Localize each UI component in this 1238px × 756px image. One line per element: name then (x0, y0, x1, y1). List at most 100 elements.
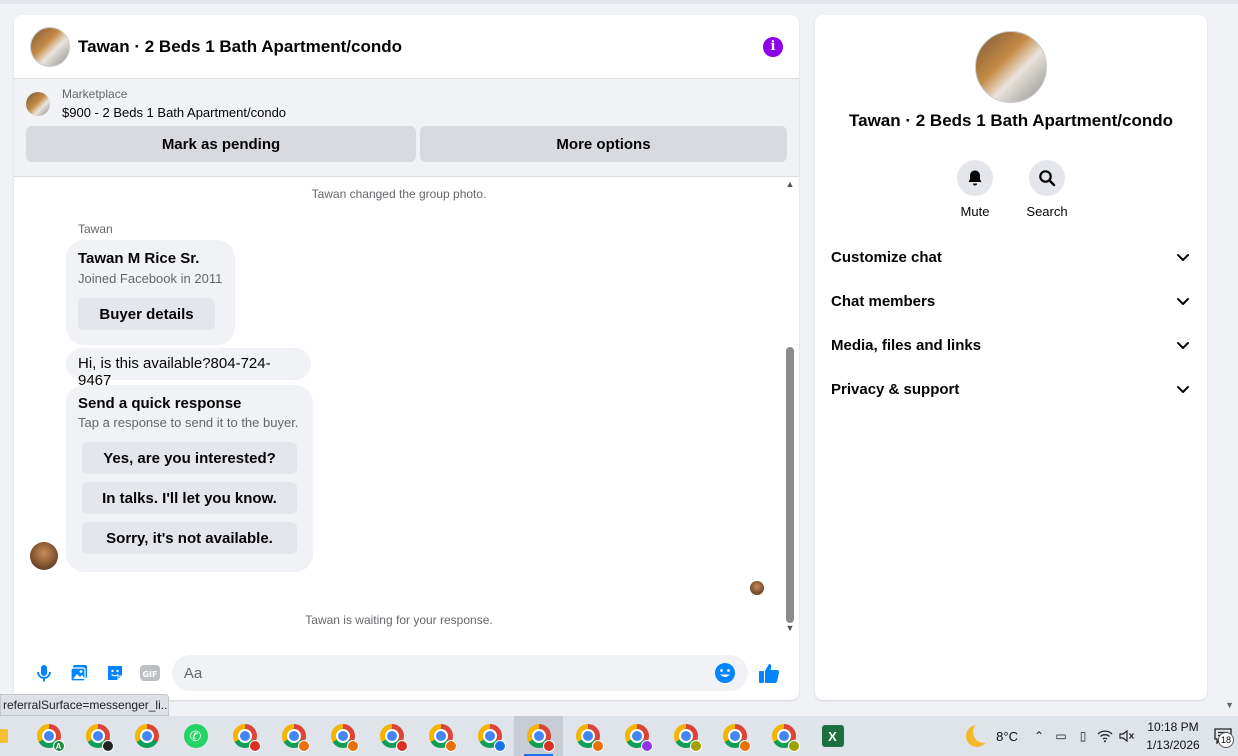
clock[interactable]: 10:18 PM 1/13/2026 (1142, 718, 1204, 754)
taskbar-chrome-profile-icon[interactable] (318, 716, 367, 756)
gif-icon[interactable]: GIF (132, 655, 167, 691)
buyer-card: Tawan M Rice Sr. Joined Facebook in 2011… (66, 240, 235, 345)
buyer-name: Tawan M Rice Sr. (78, 250, 200, 267)
taskbar-chrome-profile-icon[interactable] (710, 716, 759, 756)
message-bubble[interactable]: Hi, is this available?804-724-9467 (66, 348, 311, 389)
taskbar-chrome-profile-icon[interactable] (661, 716, 710, 756)
section-customize-chat[interactable]: Customize chat (815, 235, 1207, 279)
notification-count: 18 (1218, 732, 1234, 748)
quick-response-card: Send a quick response Tap a response to … (66, 385, 313, 572)
taskbar-excel-icon[interactable]: X (808, 716, 857, 756)
clock-date: 1/13/2026 (1146, 738, 1200, 752)
weather-widget[interactable]: 8°C (966, 725, 1018, 747)
search-button[interactable]: Search (1026, 160, 1068, 219)
quick-reply-not-available[interactable]: Sorry, it's not available. (82, 522, 297, 554)
taskbar-chrome-profile-icon[interactable] (73, 716, 122, 756)
chevron-down-icon (1177, 342, 1189, 349)
section-privacy-support[interactable]: Privacy & support (815, 367, 1207, 411)
thumbs-up-icon[interactable] (752, 655, 787, 691)
chevron-down-icon (1177, 254, 1189, 261)
page-scroll-down-arrow[interactable]: ▼ (1225, 700, 1234, 710)
taskbar-chrome-profile-icon[interactable] (612, 716, 661, 756)
taskbar-chrome-profile-icon[interactable] (465, 716, 514, 756)
composer: GIF (14, 646, 799, 700)
chevron-up-icon[interactable]: ⌃ (1028, 725, 1050, 747)
marketplace-banner: Marketplace $900 - 2 Beds 1 Bath Apartme… (14, 79, 799, 177)
moon-icon (966, 725, 989, 747)
photo-icon[interactable] (61, 655, 96, 691)
info-sections: Customize chat Chat members Media, files… (815, 235, 1207, 411)
marketplace-label: Marketplace (62, 87, 128, 101)
section-label: Chat members (831, 292, 936, 310)
taskbar-chrome-profile-icon[interactable] (220, 716, 269, 756)
taskbar-chrome-icon[interactable] (122, 716, 171, 756)
sender-name: Tawan (78, 222, 113, 236)
info-icon[interactable]: i (763, 36, 783, 57)
speaker-muted-icon[interactable] (1116, 725, 1138, 747)
taskbar-chrome-active-icon[interactable] (514, 716, 563, 756)
emoji-icon[interactable] (714, 662, 736, 684)
conversation-info-panel: Tawan · 2 Beds 1 Bath Apartment/condo Mu… (815, 15, 1207, 700)
file-explorer-icon[interactable] (0, 716, 14, 756)
taskbar-chrome-profile-icon[interactable] (416, 716, 465, 756)
chat-header: Tawan · 2 Beds 1 Bath Apartment/condo i (14, 15, 799, 79)
mute-button[interactable]: Mute (955, 160, 995, 219)
message-input-wrapper (171, 655, 748, 691)
listing-row[interactable]: Marketplace $900 - 2 Beds 1 Bath Apartme… (26, 87, 787, 120)
taskbar-whatsapp-icon[interactable]: ✆ (171, 716, 220, 756)
listing-price-title: $900 - 2 Beds 1 Bath Apartment/condo (62, 105, 287, 120)
scroll-down-arrow[interactable]: ▼ (785, 623, 795, 633)
quick-reply-interested[interactable]: Yes, are you interested? (82, 442, 297, 474)
listing-thumbnail (26, 91, 50, 116)
message-input[interactable] (183, 664, 714, 682)
link-status-bar: referralSurface=messenger_li... (0, 694, 169, 716)
chevron-down-icon (1177, 386, 1189, 393)
info-title: Tawan · 2 Beds 1 Bath Apartment/condo (849, 111, 1173, 130)
section-media-files-links[interactable]: Media, files and links (815, 323, 1207, 367)
read-receipt-avatar (750, 581, 764, 595)
taskbar-chrome-profile-icon[interactable] (563, 716, 612, 756)
taskbar-chrome-profile-icon[interactable]: A (24, 716, 73, 756)
buyer-joined: Joined Facebook in 2011 (78, 271, 223, 286)
microphone-icon[interactable] (26, 655, 61, 691)
section-label: Media, files and links (831, 336, 982, 354)
wifi-icon[interactable] (1094, 725, 1116, 747)
message-scrollbar[interactable]: ▲ ▼ (784, 177, 796, 647)
buyer-details-button[interactable]: Buyer details (78, 298, 215, 330)
temperature: 8°C (996, 728, 1018, 744)
bell-icon (957, 160, 993, 196)
section-chat-members[interactable]: Chat members (815, 279, 1207, 323)
taskbar-chrome-profile-icon[interactable] (367, 716, 416, 756)
quick-reply-in-talks[interactable]: In talks. I'll let you know. (82, 482, 297, 514)
quick-response-title: Send a quick response (78, 395, 242, 412)
mute-label: Mute (960, 204, 990, 219)
section-label: Customize chat (831, 248, 942, 266)
svg-text:GIF: GIF (143, 670, 158, 679)
notification-center-icon[interactable]: 18 (1208, 716, 1238, 756)
more-options-button[interactable]: More options (420, 126, 787, 162)
waiting-message: Tawan is waiting for your response. (305, 613, 493, 627)
system-message-photo: Tawan changed the group photo. (311, 187, 487, 201)
browser-top-strip (0, 0, 1238, 4)
chat-title[interactable]: Tawan · 2 Beds 1 Bath Apartment/condo (78, 37, 402, 57)
taskbar-chrome-profile-icon[interactable] (759, 716, 808, 756)
search-label: Search (1026, 204, 1068, 219)
sender-avatar[interactable] (30, 542, 58, 570)
clock-time: 10:18 PM (1147, 720, 1199, 734)
mark-as-pending-button[interactable]: Mark as pending (26, 126, 416, 162)
group-avatar[interactable] (30, 26, 70, 67)
battery-icon[interactable]: ▯ (1072, 725, 1094, 747)
search-icon (1029, 160, 1065, 196)
taskbar-chrome-profile-icon[interactable] (269, 716, 318, 756)
message-list[interactable]: Tawan changed the group photo. Tawan Taw… (14, 177, 799, 647)
system-tray: 8°C ⌃ ▭ ▯ 10:18 PM 1/13/2026 18 (966, 716, 1238, 756)
meet-now-icon[interactable]: ▭ (1050, 725, 1072, 747)
info-group-avatar[interactable] (975, 31, 1047, 103)
sticker-icon[interactable] (97, 655, 132, 691)
scroll-up-arrow[interactable]: ▲ (785, 179, 795, 189)
windows-taskbar: A ✆ X 8°C ⌃ ▭ ▯ 10:18 PM 1/13/2026 18 (0, 716, 1238, 756)
section-label: Privacy & support (831, 380, 960, 398)
scroll-thumb[interactable] (786, 347, 794, 623)
quick-response-subtitle: Tap a response to send it to the buyer. (78, 415, 299, 430)
chevron-down-icon (1177, 298, 1189, 305)
